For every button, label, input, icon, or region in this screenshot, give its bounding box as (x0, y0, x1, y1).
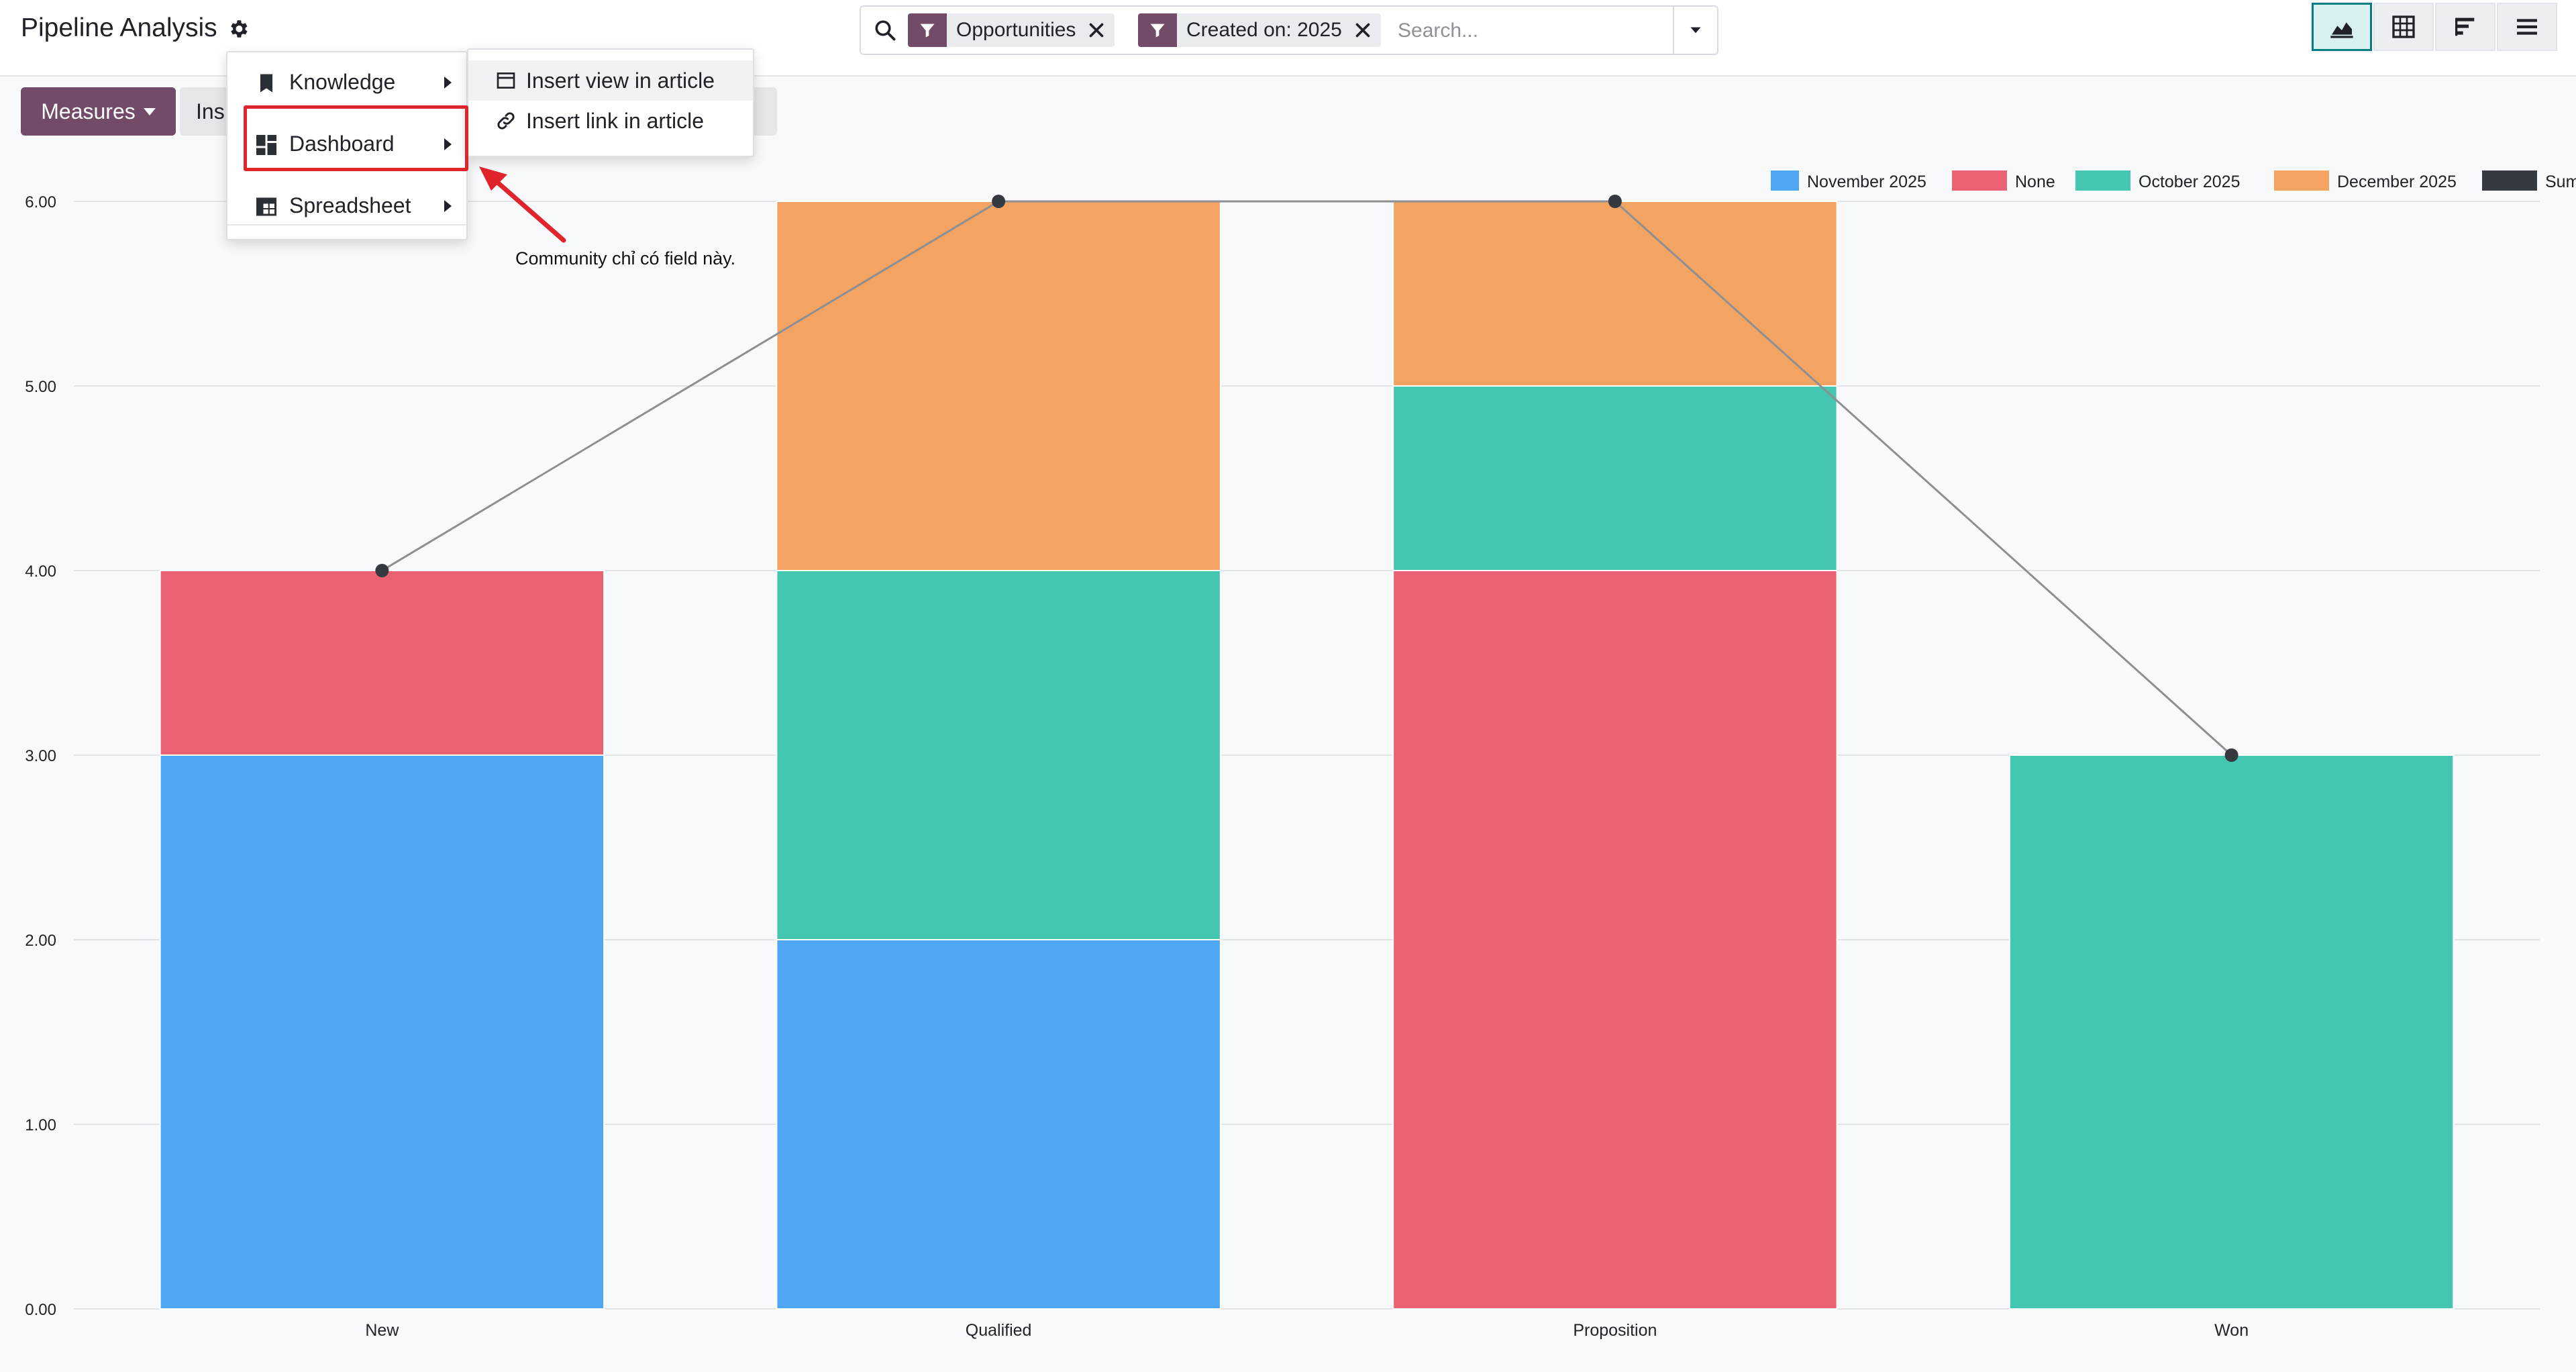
submenu-label: Insert view in article (526, 68, 715, 93)
bar-segment (1392, 201, 1838, 387)
bookmark-icon (260, 74, 272, 93)
search-options-toggle[interactable] (1673, 7, 1717, 54)
close-icon[interactable] (1351, 19, 1374, 42)
filter-icon (908, 13, 947, 47)
y-tick-label: 1.00 (25, 1116, 56, 1134)
sum-point (375, 564, 389, 577)
bar-segment (776, 201, 1221, 571)
x-tick-label: New (365, 1321, 399, 1340)
menu-item-label: Spreadsheet (289, 193, 411, 217)
menu-item-knowledge[interactable]: Knowledge (227, 55, 466, 109)
bar-segment (159, 754, 605, 1310)
view-switcher (2310, 3, 2557, 51)
annotation-highlight-box (244, 105, 468, 171)
bar-segment (776, 570, 1221, 940)
area-chart-icon (2330, 22, 2353, 38)
y-tick-label: 6.00 (25, 193, 56, 211)
submenu-insert-link[interactable]: Insert link in article (468, 101, 753, 141)
submenu-label: Insert link in article (526, 109, 704, 133)
bar-segment (776, 939, 1221, 1310)
x-tick-label: Proposition (1573, 1321, 1657, 1340)
bar-segment (1392, 385, 1838, 571)
link-icon (497, 112, 515, 130)
bar-segment (1392, 570, 1838, 1310)
annotation-text: Community chỉ có field này. (515, 248, 736, 268)
close-icon[interactable] (1085, 19, 1108, 42)
x-tick-label: Won (2214, 1321, 2249, 1340)
cohort-icon (2455, 17, 2475, 36)
window-icon (497, 72, 515, 89)
filter-icon (1138, 13, 1177, 47)
list-icon (2517, 19, 2537, 35)
menu-item-label: Knowledge (289, 70, 396, 94)
measures-button[interactable]: Measures (21, 87, 176, 136)
x-tick-label: Qualified (966, 1321, 1032, 1340)
insert-label: Ins (196, 99, 225, 124)
menu-item-spreadsheet[interactable]: Spreadsheet (227, 179, 466, 232)
annotation-arrow-icon (479, 166, 566, 243)
y-tick-label: 0.00 (25, 1301, 56, 1319)
knowledge-submenu: Insert view in article Insert link in ar… (467, 48, 754, 157)
caret-down-icon (143, 107, 156, 115)
gear-icon[interactable] (227, 17, 250, 40)
view-cohort-button[interactable] (2435, 3, 2495, 51)
page-title: Pipeline Analysis (21, 13, 217, 42)
caret-down-icon (1690, 27, 1701, 34)
sum-point (992, 195, 1006, 208)
view-pivot-button[interactable] (2373, 3, 2434, 51)
bar-segment (159, 570, 605, 756)
search-facet-opportunities: Opportunities (908, 13, 1115, 47)
bar-segment (2008, 754, 2455, 1310)
spreadsheet-icon (256, 197, 276, 216)
facet-label: Created on: 2025 (1186, 19, 1342, 41)
stacked-bar-chart: 0.00 1.00 2.00 3.00 4.00 5.00 6.00 New Qualified… (25, 193, 2540, 1340)
submenu-insert-view[interactable]: Insert view in article (468, 60, 753, 101)
y-tick-label: 2.00 (25, 932, 56, 950)
caret-right-icon (444, 200, 452, 212)
facet-label: Opportunities (956, 19, 1076, 41)
sum-line (381, 200, 2232, 756)
y-tick-label: 3.00 (25, 747, 56, 765)
search-input[interactable] (1396, 15, 1782, 47)
search-bar[interactable]: Opportunities Created on: 2025 (860, 5, 1782, 55)
sum-point (2224, 748, 2238, 762)
measures-label: Measures (41, 99, 136, 124)
y-tick-label: 5.00 (25, 378, 56, 396)
view-list-button[interactable] (2497, 3, 2557, 51)
view-graph-button[interactable] (2312, 3, 2372, 51)
sum-point (1608, 195, 1622, 208)
caret-right-icon (444, 77, 452, 89)
table-icon (2392, 15, 2415, 38)
search-icon[interactable] (873, 18, 897, 42)
search-facet-created-on: Created on: 2025 (1138, 13, 1381, 47)
y-tick-label: 4.00 (25, 562, 56, 581)
